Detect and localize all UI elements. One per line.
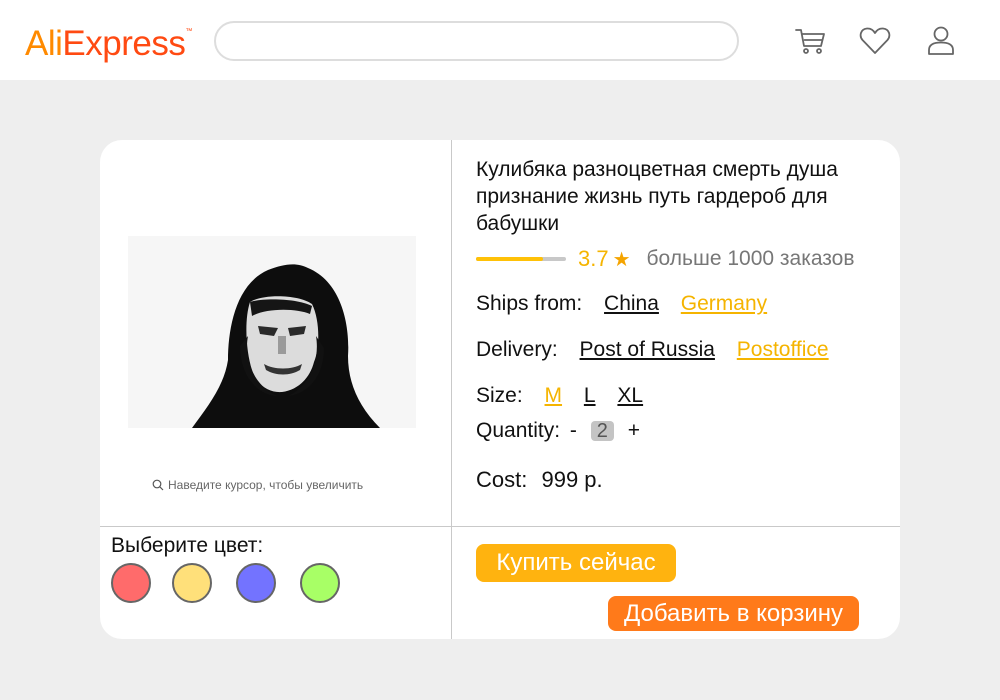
quantity-value[interactable]: 2 xyxy=(590,421,614,441)
rating-value: 3.7 xyxy=(578,246,609,271)
buy-now-button[interactable]: Купить сейчас xyxy=(476,544,676,582)
aliexpress-logo[interactable]: AliExpress™ xyxy=(25,24,192,64)
ships-from-option-china[interactable]: China xyxy=(604,292,659,315)
ships-from-label: Ships from: xyxy=(476,292,583,315)
top-bar: AliExpress™ xyxy=(0,0,1000,80)
delivery-row: Delivery: Post of Russia Postoffice xyxy=(476,338,837,362)
color-title: Выберите цвет: xyxy=(111,534,264,557)
cost-label: Cost: xyxy=(476,467,528,492)
delivery-option-postoffice[interactable]: Postoffice xyxy=(737,338,829,361)
color-swatch-yellow[interactable] xyxy=(172,563,212,603)
zoom-hint: Наведите курсор, чтобы увеличить xyxy=(152,478,363,492)
size-row: Size: M L XL xyxy=(476,384,651,408)
delivery-option-post-of-russia[interactable]: Post of Russia xyxy=(580,338,715,361)
size-option-m[interactable]: M xyxy=(545,384,563,407)
zoom-hint-text: Наведите курсор, чтобы увеличить xyxy=(168,478,364,492)
ships-from-row: Ships from: China Germany xyxy=(476,292,775,316)
orders-count: больше 1000 заказов xyxy=(646,247,855,270)
vertical-divider xyxy=(451,140,452,639)
cost-row: Cost: 999 р. xyxy=(476,467,603,493)
rating-bar xyxy=(476,257,566,261)
add-to-cart-button[interactable]: Добавить в корзину xyxy=(608,596,859,631)
quantity-decrement-button[interactable]: - xyxy=(566,419,581,442)
search-input[interactable] xyxy=(214,21,739,61)
color-swatch-green[interactable] xyxy=(300,563,340,603)
size-option-l[interactable]: L xyxy=(584,384,596,407)
color-swatch-red[interactable] xyxy=(111,563,151,603)
color-swatch-blue[interactable] xyxy=(236,563,276,603)
rating-row: 3.7 ★ больше 1000 заказов xyxy=(476,245,855,273)
horizontal-divider xyxy=(100,526,900,527)
quantity-increment-button[interactable]: + xyxy=(624,419,644,442)
star-icon: ★ xyxy=(612,248,631,271)
quantity-row: Quantity: - 2 + xyxy=(476,419,644,443)
delivery-label: Delivery: xyxy=(476,338,558,361)
heart-icon[interactable] xyxy=(857,22,893,58)
quantity-label: Quantity: xyxy=(476,419,561,442)
product-image[interactable] xyxy=(128,236,416,428)
cart-icon[interactable] xyxy=(792,22,828,58)
size-option-xl[interactable]: XL xyxy=(617,384,643,407)
ships-from-option-germany[interactable]: Germany xyxy=(681,292,767,315)
cost-value: 999 р. xyxy=(541,467,603,492)
logo-trademark: ™ xyxy=(185,28,192,35)
rating-bar-fill xyxy=(476,257,543,261)
user-icon[interactable] xyxy=(923,22,959,58)
size-label: Size: xyxy=(476,384,523,407)
magnifier-icon xyxy=(152,479,164,491)
product-card: Наведите курсор, чтобы увеличить Выберит… xyxy=(100,140,900,639)
logo-text-express: Express xyxy=(62,24,186,63)
logo-text-ali: Ali xyxy=(25,24,63,63)
product-title: Кулибяка разноцветная смерть душа призна… xyxy=(476,158,838,235)
